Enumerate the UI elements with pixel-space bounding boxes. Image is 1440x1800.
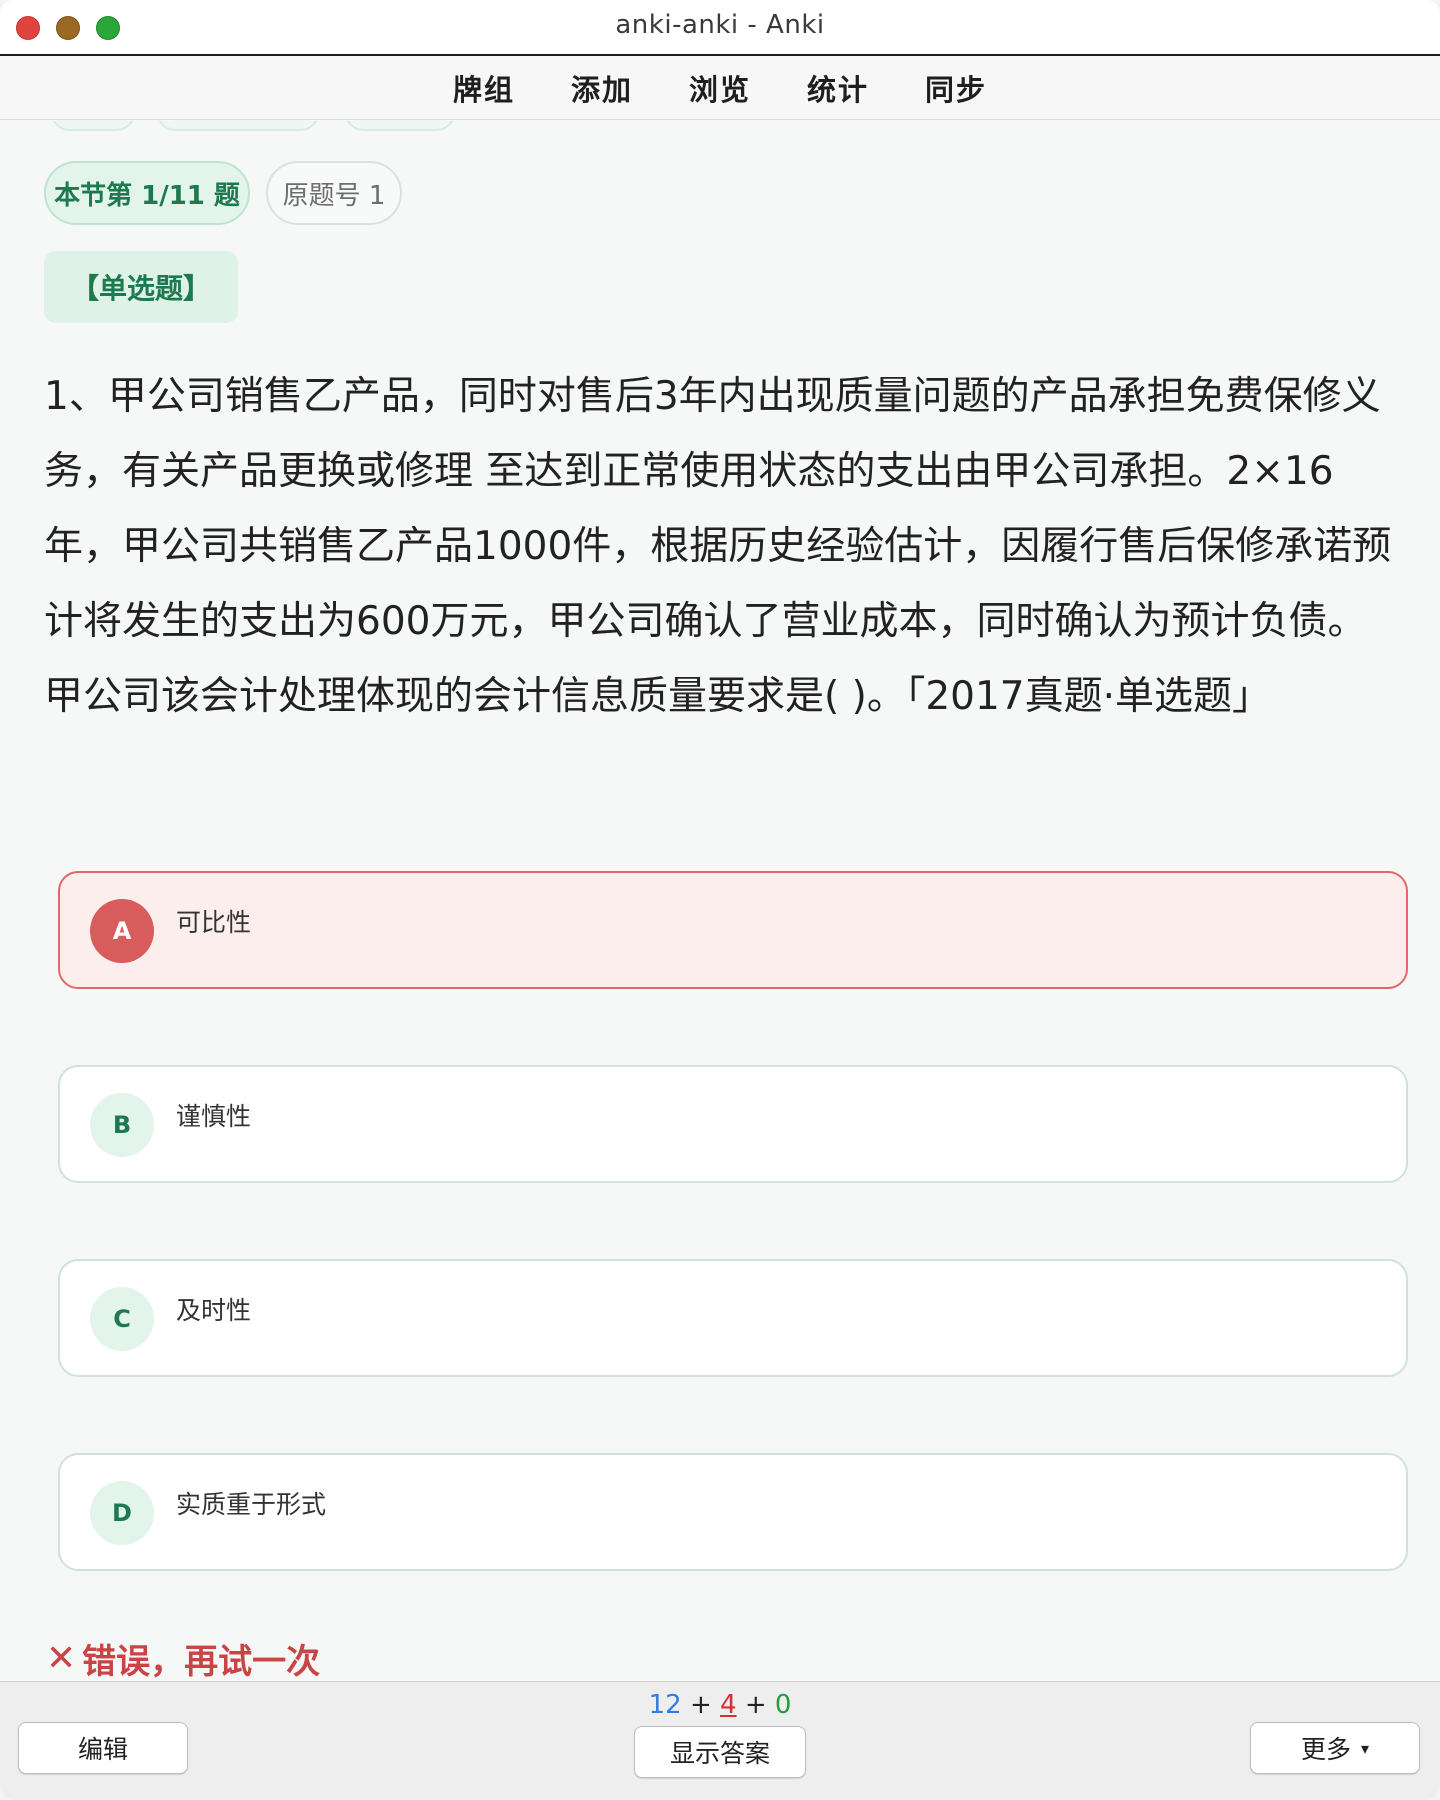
card-content[interactable]: 本节第 1/11 题 原题号 1 【单选题】 1、甲公司销售乙产品，同时对售后3… (0, 121, 1440, 1681)
option-d[interactable]: D 实质重于形式 (58, 1453, 1408, 1571)
toolbar-browse[interactable]: 浏览 (689, 67, 751, 109)
learning-count: 4 (720, 1690, 737, 1720)
more-label: 更多 (1300, 1735, 1351, 1764)
main-toolbar: 牌组 添加 浏览 统计 同步 (0, 56, 1440, 120)
option-letter: A (90, 899, 154, 963)
option-letter: B (90, 1093, 154, 1157)
caret-down-icon: ▾ (1360, 1738, 1370, 1758)
show-answer-button[interactable]: 显示答案 (634, 1726, 806, 1778)
review-count: 0 (774, 1690, 792, 1720)
question-text: 1、甲公司销售乙产品，同时对售后3年内出现质量问题的产品承担免费保修义务，有关产… (44, 374, 1392, 719)
feedback-text: 错误，再试一次 (82, 1642, 321, 1681)
section-progress-badge: 本节第 1/11 题 (44, 161, 250, 225)
option-a[interactable]: A 可比性 (58, 871, 1408, 989)
question-type-tag: 【单选题】 (44, 251, 238, 323)
anki-window: anki-anki - Anki 牌组 添加 浏览 统计 同步 本节第 1/11… (0, 0, 1440, 1800)
toolbar-sync[interactable]: 同步 (925, 67, 987, 109)
original-number-badge: 原题号 1 (266, 161, 402, 225)
edit-button[interactable]: 编辑 (18, 1722, 188, 1774)
option-text: 可比性 (176, 908, 252, 937)
count-separator: + (744, 1690, 767, 1720)
title-bar: anki-anki - Anki (0, 0, 1440, 56)
scrolled-tag (50, 121, 136, 131)
option-letter: D (90, 1481, 154, 1545)
bottom-bar: 12 + 4 + 0 编辑 显示答案 更多 ▾ (0, 1681, 1440, 1800)
more-button[interactable]: 更多 ▾ (1250, 1722, 1420, 1774)
option-text: 实质重于形式 (176, 1490, 327, 1519)
toolbar-stats[interactable]: 统计 (807, 67, 869, 109)
answer-feedback: ✕ 错误，再试一次 (46, 1634, 320, 1681)
option-letter: C (90, 1287, 154, 1351)
scrolled-tag (156, 121, 320, 131)
window-title: anki-anki - Anki (615, 10, 825, 40)
option-text: 谨慎性 (176, 1102, 252, 1131)
due-counts: 12 + 4 + 0 (0, 1690, 1440, 1720)
option-c[interactable]: C 及时性 (58, 1259, 1408, 1377)
toolbar-decks[interactable]: 牌组 (453, 67, 515, 109)
new-count: 12 (648, 1690, 682, 1720)
wrong-x-icon: ✕ (46, 1638, 77, 1679)
option-text: 及时性 (176, 1296, 252, 1325)
option-b[interactable]: B 谨慎性 (58, 1065, 1408, 1183)
count-separator: + (689, 1690, 712, 1720)
scrolled-tag (344, 121, 456, 131)
toolbar-add[interactable]: 添加 (571, 67, 633, 109)
